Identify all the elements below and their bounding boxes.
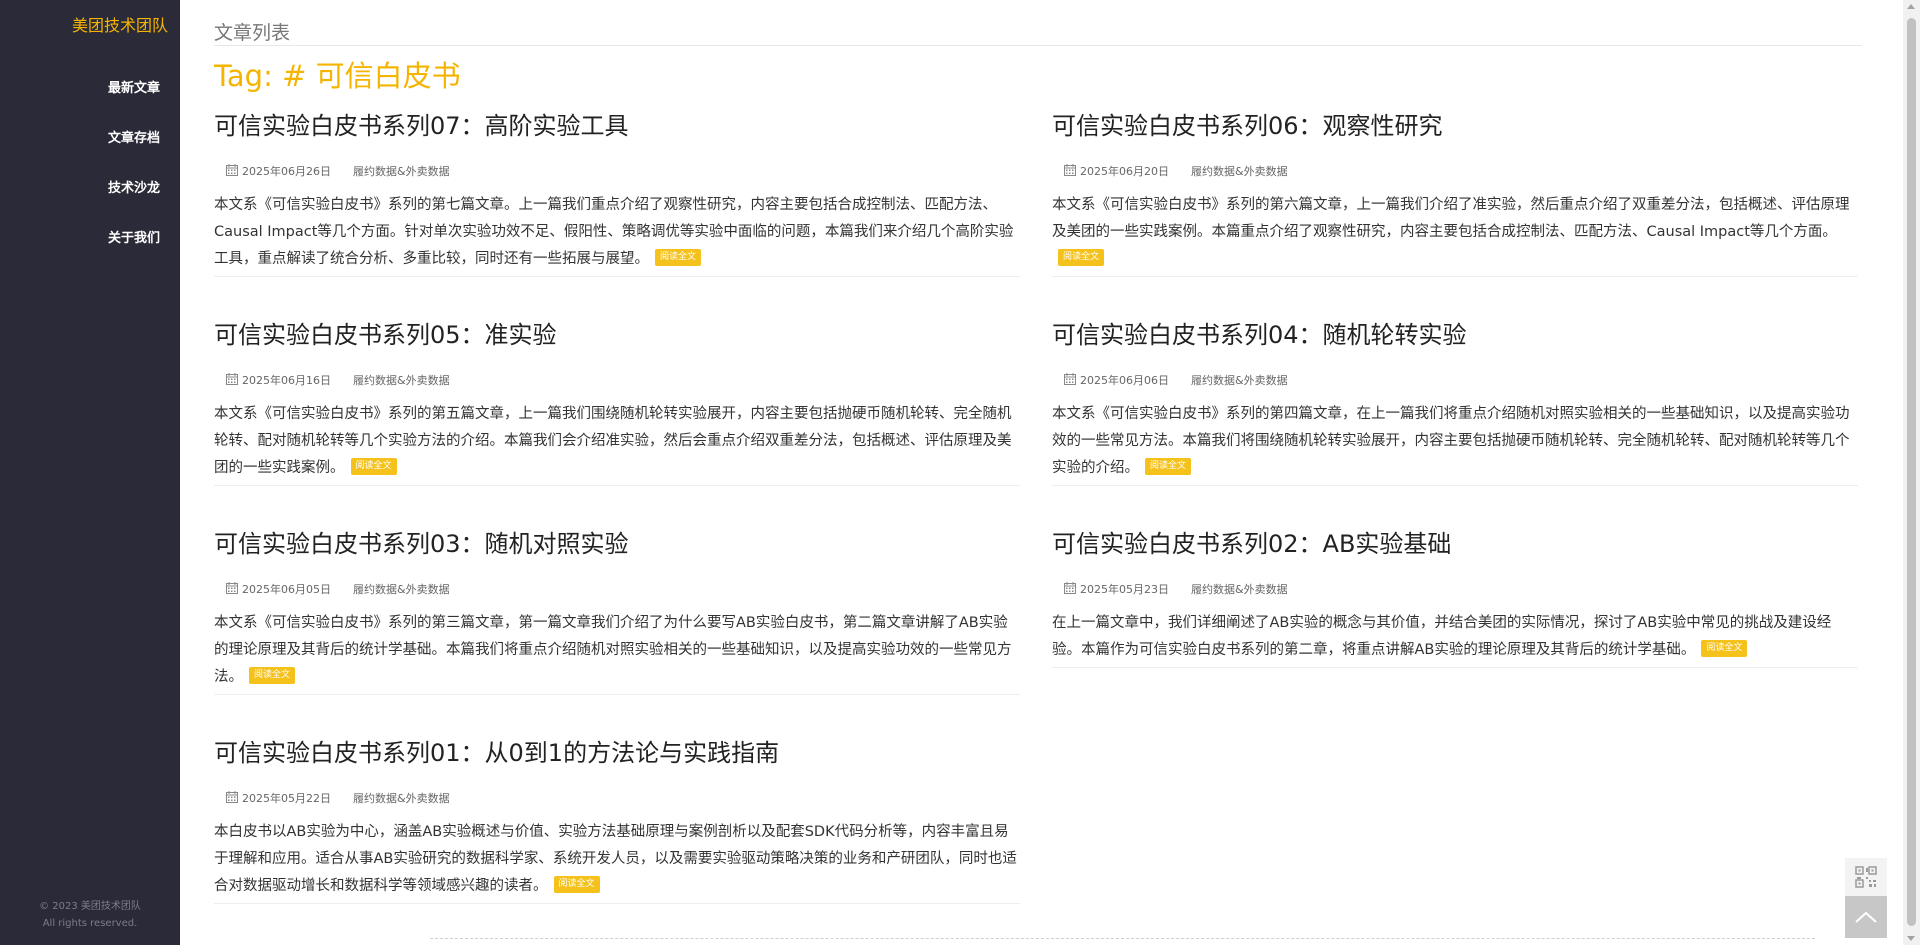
qr-code-icon (1855, 866, 1877, 888)
article-summary: 本文系《可信实验白皮书》系列的第三篇文章，第一篇文章我们介绍了为什么要写AB实验… (214, 610, 1020, 691)
article-summary-text: 本文系《可信实验白皮书》系列的第六篇文章，上一篇我们介绍了准实验，然后重点介绍了… (1052, 197, 1850, 240)
article-summary: 在上一篇文章中，我们详细阐述了AB实验的概念与其价值，并结合美团的实际情况，探讨… (1052, 610, 1858, 664)
article-meta: 2025年06月05日 履约数据&外卖数据 (214, 576, 1020, 602)
article-grid: 可信实验白皮书系列07：高阶实验工具 2025年06月26日 履约数据&外卖数据… (214, 104, 1862, 904)
calendar-icon (226, 373, 238, 385)
article-summary: 本文系《可信实验白皮书》系列的第四篇文章，在上一篇我们将重点介绍随机对照实验相关… (1052, 401, 1858, 482)
article-meta: 2025年06月06日 履约数据&外卖数据 (1052, 367, 1858, 393)
nav-item-archive[interactable]: 文章存档 (108, 114, 160, 164)
calendar-icon (1064, 582, 1076, 594)
article-summary: 本文系《可信实验白皮书》系列的第五篇文章，上一篇我们围绕随机轮转实验展开，内容主… (214, 401, 1020, 482)
article-title[interactable]: 可信实验白皮书系列06：观察性研究 (1052, 104, 1858, 148)
article-summary: 本白皮书以AB实验为中心，涵盖AB实验概述与价值、实验方法基础原理与案例剖析以及… (214, 819, 1020, 900)
article-category[interactable]: 履约数据&外卖数据 (353, 581, 450, 597)
article-meta: 2025年06月20日 履约数据&外卖数据 (1052, 158, 1858, 184)
calendar-icon (1064, 164, 1076, 176)
article-summary-text: 本文系《可信实验白皮书》系列的第七篇文章。上一篇我们重点介绍了观察性研究，内容主… (214, 197, 1014, 267)
article-date: 2025年05月22日 (242, 792, 331, 805)
article-meta: 2025年06月16日 履约数据&外卖数据 (214, 367, 1020, 393)
scroll-up-arrow-icon[interactable] (1907, 4, 1915, 9)
page-scrollbar[interactable] (1903, 0, 1920, 945)
article-card: 可信实验白皮书系列05：准实验 2025年06月16日 履约数据&外卖数据 本文… (214, 313, 1020, 486)
main-content: 文章列表 Tag: # 可信白皮书 可信实验白皮书系列07：高阶实验工具 202… (214, 0, 1862, 945)
article-category[interactable]: 履约数据&外卖数据 (1191, 372, 1288, 388)
chevron-up-icon (1855, 911, 1877, 923)
brand-logo-text[interactable]: 美团技术团队 (72, 12, 168, 36)
article-card: 可信实验白皮书系列04：随机轮转实验 2025年06月06日 履约数据&外卖数据… (1052, 313, 1858, 486)
article-meta: 2025年05月23日 履约数据&外卖数据 (1052, 576, 1858, 602)
article-card: 可信实验白皮书系列02：AB实验基础 2025年05月23日 履约数据&外卖数据… (1052, 522, 1858, 668)
read-more-button[interactable]: 阅读全文 (1701, 639, 1748, 657)
nav-item-salon[interactable]: 技术沙龙 (108, 164, 160, 214)
article-date: 2025年06月26日 (242, 165, 331, 178)
calendar-icon (1064, 373, 1076, 385)
article-title[interactable]: 可信实验白皮书系列05：准实验 (214, 313, 1020, 357)
article-date: 2025年06月05日 (242, 583, 331, 596)
article-title[interactable]: 可信实验白皮书系列03：随机对照实验 (214, 522, 1020, 566)
copyright-line-2: All rights reserved. (42, 918, 138, 929)
nav-item-about[interactable]: 关于我们 (108, 214, 160, 264)
sidebar-nav: 最新文章 文章存档 技术沙龙 关于我们 (108, 64, 160, 264)
calendar-icon (226, 582, 238, 594)
read-more-button[interactable]: 阅读全文 (1058, 248, 1105, 266)
article-summary-text: 本文系《可信实验白皮书》系列的第三篇文章，第一篇文章我们介绍了为什么要写AB实验… (214, 615, 1012, 685)
breadcrumb-divider (214, 45, 1862, 46)
article-category[interactable]: 履约数据&外卖数据 (353, 372, 450, 388)
calendar-icon (226, 164, 238, 176)
nav-item-latest[interactable]: 最新文章 (108, 64, 160, 114)
article-meta: 2025年06月26日 履约数据&外卖数据 (214, 158, 1020, 184)
page-breadcrumb: 文章列表 (214, 22, 291, 44)
read-more-button[interactable]: 阅读全文 (249, 666, 296, 684)
article-summary: 本文系《可信实验白皮书》系列的第七篇文章。上一篇我们重点介绍了观察性研究，内容主… (214, 192, 1020, 273)
article-card: 可信实验白皮书系列01：从0到1的方法论与实践指南 2025年05月22日 履约… (214, 731, 1020, 904)
article-card: 可信实验白皮书系列03：随机对照实验 2025年06月05日 履约数据&外卖数据… (214, 522, 1020, 695)
article-meta: 2025年05月22日 履约数据&外卖数据 (214, 785, 1020, 811)
scroll-thumb[interactable] (1907, 18, 1916, 926)
article-title[interactable]: 可信实验白皮书系列07：高阶实验工具 (214, 104, 1020, 148)
article-category[interactable]: 履约数据&外卖数据 (353, 163, 450, 179)
tag-title: Tag: # 可信白皮书 (214, 59, 461, 93)
read-more-button[interactable]: 阅读全文 (553, 875, 600, 893)
article-title[interactable]: 可信实验白皮书系列02：AB实验基础 (1052, 522, 1858, 566)
article-summary-text: 本白皮书以AB实验为中心，涵盖AB实验概述与价值、实验方法基础原理与案例剖析以及… (214, 824, 1017, 894)
copyright-line-1: © 2023 美团技术团队 (39, 901, 141, 912)
qr-code-button[interactable] (1845, 858, 1887, 896)
article-summary: 本文系《可信实验白皮书》系列的第六篇文章，上一篇我们介绍了准实验，然后重点介绍了… (1052, 192, 1858, 273)
article-date: 2025年06月06日 (1080, 374, 1169, 387)
read-more-button[interactable]: 阅读全文 (655, 248, 702, 266)
read-more-button[interactable]: 阅读全文 (350, 457, 397, 475)
read-more-button[interactable]: 阅读全文 (1145, 457, 1192, 475)
article-card: 可信实验白皮书系列07：高阶实验工具 2025年06月26日 履约数据&外卖数据… (214, 104, 1020, 277)
article-category[interactable]: 履约数据&外卖数据 (353, 790, 450, 806)
article-summary-text: 本文系《可信实验白皮书》系列的第五篇文章，上一篇我们围绕随机轮转实验展开，内容主… (214, 406, 1012, 476)
article-date: 2025年05月23日 (1080, 583, 1169, 596)
scroll-down-arrow-icon[interactable] (1907, 936, 1915, 941)
sidebar: 美团技术团队 最新文章 文章存档 技术沙龙 关于我们 © 2023 美团技术团队… (0, 0, 180, 945)
article-date: 2025年06月20日 (1080, 165, 1169, 178)
article-title[interactable]: 可信实验白皮书系列04：随机轮转实验 (1052, 313, 1858, 357)
calendar-icon (226, 791, 238, 803)
article-category[interactable]: 履约数据&外卖数据 (1191, 163, 1288, 179)
article-card: 可信实验白皮书系列06：观察性研究 2025年06月20日 履约数据&外卖数据 … (1052, 104, 1858, 277)
pagination-divider (430, 938, 1815, 939)
back-to-top-button[interactable] (1845, 896, 1887, 938)
copyright: © 2023 美团技术团队 All rights reserved. (0, 898, 180, 932)
article-title[interactable]: 可信实验白皮书系列01：从0到1的方法论与实践指南 (214, 731, 1020, 775)
article-category[interactable]: 履约数据&外卖数据 (1191, 581, 1288, 597)
article-date: 2025年06月16日 (242, 374, 331, 387)
